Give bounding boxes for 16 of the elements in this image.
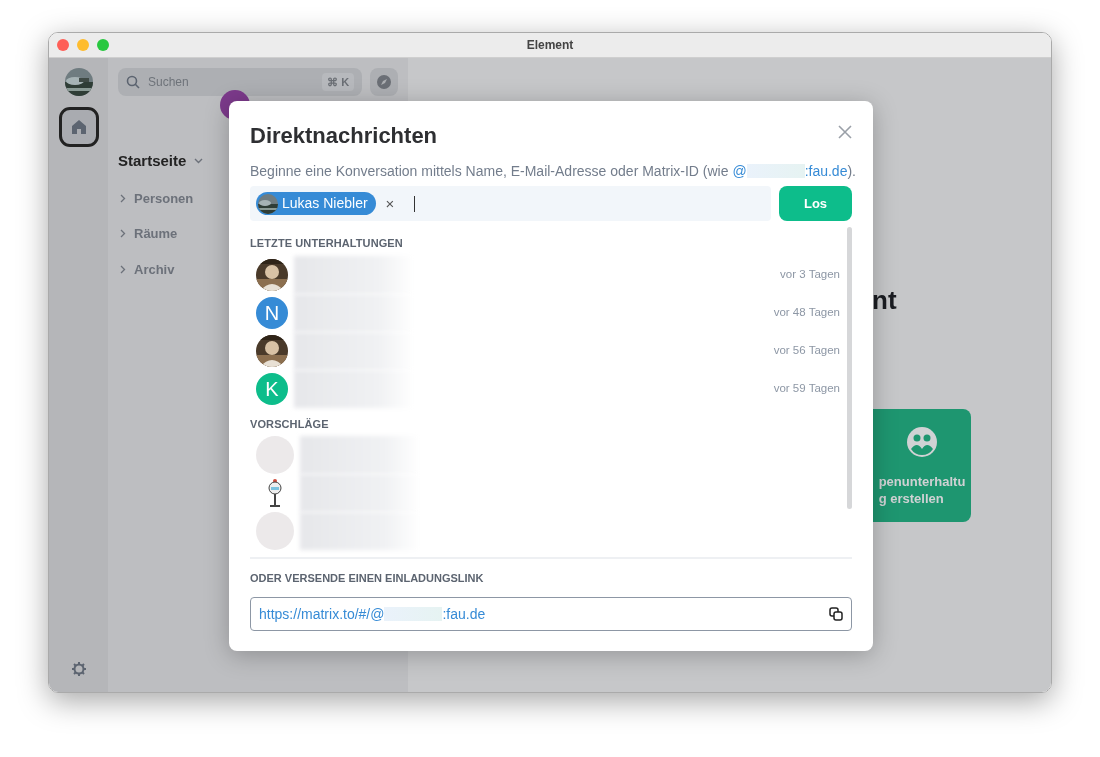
card-label: g erstellen (878, 490, 945, 507)
timestamp: vor 56 Tagen (773, 343, 840, 359)
window-title: Element (526, 37, 574, 54)
letter-avatar: N (256, 296, 288, 329)
timestamp: vor 59 Tagen (773, 381, 840, 397)
timestamp: vor 3 Tagen (780, 267, 840, 283)
letter-avatar: K (256, 372, 288, 405)
section-heading: ODER VERSENDE EINEN EINLADUNGSLINK (250, 570, 485, 586)
section-heading: LETZTE UNTERHALTUNGEN (250, 236, 404, 252)
dialog-title: Direktnachrichten (250, 123, 438, 150)
shortcut-hint: ⌘ K (322, 72, 355, 92)
card-label: penunterhaltu (878, 473, 966, 490)
heading: nt (872, 284, 897, 317)
timestamp: vor 48 Tagen (773, 305, 840, 321)
search-placeholder: Suchen (148, 74, 189, 91)
section-heading: VORSCHLÄGE (250, 416, 330, 432)
